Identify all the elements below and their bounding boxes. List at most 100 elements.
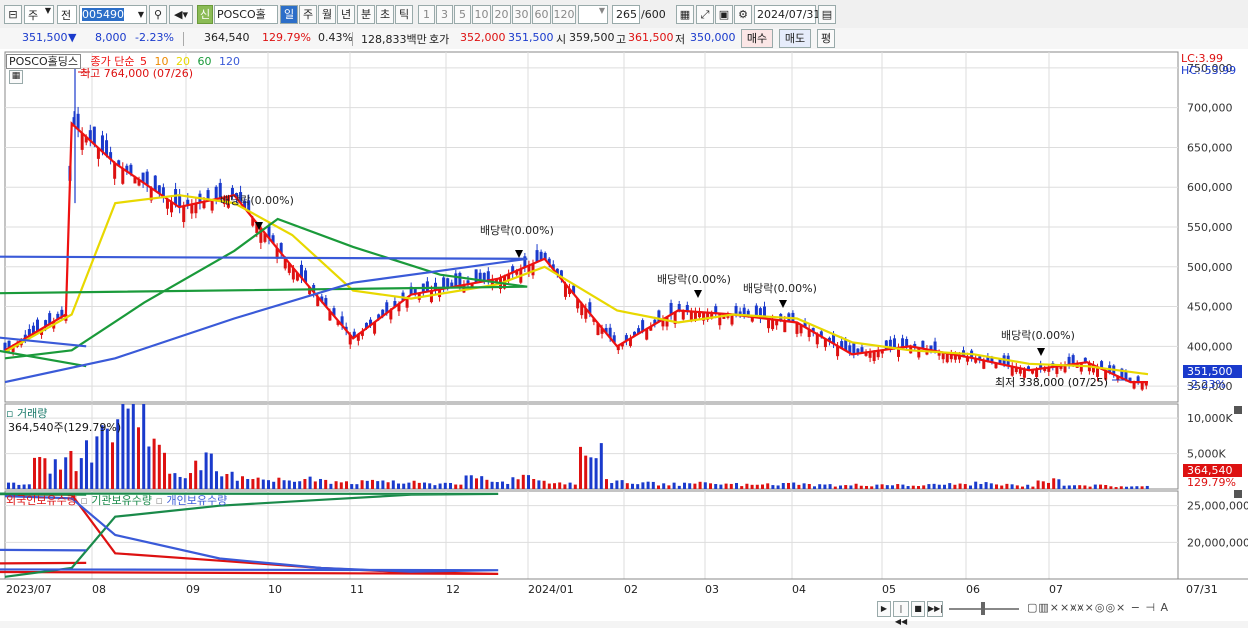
candle-body	[190, 204, 194, 214]
open-price: 359,500	[569, 31, 615, 44]
volume-bar	[1119, 486, 1123, 489]
period-label: 분	[360, 8, 372, 21]
slider-thumb[interactable]	[981, 602, 985, 615]
volume-bar	[1114, 487, 1118, 489]
volume-bar	[553, 483, 556, 489]
volume-bar	[43, 458, 47, 489]
first-button[interactable]: |◀◀	[893, 601, 909, 626]
high-label: 고	[616, 33, 627, 46]
prev-select[interactable]: 전	[57, 5, 77, 24]
save-button[interactable]: ▣	[715, 5, 733, 24]
volume-bar	[194, 460, 198, 489]
volume-bar	[532, 479, 536, 489]
y-tick-label: 700,000	[1187, 102, 1233, 115]
turnover-rate: 0.43%	[318, 31, 353, 44]
volume-bar	[1000, 485, 1004, 489]
tab-tick[interactable]: 틱	[395, 5, 413, 24]
num-label: 30	[514, 8, 529, 21]
volume-bar	[215, 471, 218, 489]
volume-bar	[917, 486, 920, 489]
scroll-right-button[interactable]: ▶	[877, 601, 891, 617]
tab-second[interactable]: 초	[376, 5, 394, 24]
num-10[interactable]: 10	[472, 5, 491, 24]
period-label: 월	[321, 8, 333, 21]
stop-button[interactable]: ■	[911, 601, 925, 617]
candle-body	[121, 168, 125, 184]
tab-year[interactable]: 년	[337, 5, 355, 24]
window-menu-button[interactable]: ⊟	[4, 5, 22, 24]
x-tick: 07	[1049, 583, 1063, 596]
num-60[interactable]: 60	[532, 5, 551, 24]
sell-button[interactable]: 매도	[779, 29, 811, 48]
candle-body	[214, 186, 218, 200]
num-120[interactable]: 120	[552, 5, 576, 24]
tab-month[interactable]: 월	[318, 5, 336, 24]
date-input[interactable]: 2024/07/31	[754, 5, 820, 24]
count-value: 265	[616, 8, 637, 21]
volume-bar	[859, 485, 863, 489]
volume-bar	[308, 476, 312, 489]
volume-bar	[183, 478, 187, 489]
low-note: 최저 338,000 (07/25)	[995, 376, 1109, 389]
volume-bar	[714, 484, 718, 489]
interval-select[interactable]: ▼	[578, 5, 608, 24]
x-tick: 07/31	[1186, 583, 1218, 596]
volume-bar	[1088, 486, 1092, 489]
price-change: 8,000	[95, 31, 127, 44]
volume-bar	[475, 478, 478, 489]
calendar-button[interactable]: ▤	[818, 5, 836, 24]
eval-button[interactable]: 평	[817, 29, 835, 48]
tab-minute[interactable]: 분	[357, 5, 375, 24]
new-badge[interactable]: 신	[197, 5, 213, 24]
toolbar: ⊟ 주▼ 전 005490▼ ⚲ ◀▾ 신 POSCO홀딩스 일 주 월 년 분…	[0, 0, 1248, 29]
stock-code-input[interactable]: 005490 ▼	[79, 5, 147, 24]
volume-bar	[636, 484, 640, 489]
volume-bar	[131, 404, 135, 489]
num-30[interactable]: 30	[512, 5, 531, 24]
expand-button[interactable]: ⤢	[696, 5, 714, 24]
num-3[interactable]: 3	[436, 5, 453, 24]
volume-bar	[490, 481, 494, 489]
volume-bar	[729, 483, 733, 489]
volume-bar	[771, 485, 775, 489]
market-select[interactable]: 주 ▼	[24, 5, 54, 24]
count-input[interactable]: 265	[612, 5, 640, 24]
volume-bar	[740, 486, 744, 489]
last-button[interactable]: ▶▶|	[927, 601, 943, 617]
volume-bar	[974, 481, 978, 489]
volume-bar	[1145, 485, 1149, 489]
volume-bar	[579, 446, 582, 489]
sound-button[interactable]: ◀▾	[169, 5, 193, 24]
tab-day[interactable]: 일	[280, 5, 298, 24]
candle-body	[486, 271, 490, 281]
candle-body	[425, 281, 429, 292]
dividend-marker	[515, 250, 523, 258]
candle-body	[80, 133, 84, 150]
volume-bar	[844, 485, 848, 489]
volume-bar	[334, 481, 338, 489]
buy-button[interactable]: 매수	[741, 29, 773, 48]
volume-bar	[891, 485, 894, 489]
search-button[interactable]: ⚲	[149, 5, 167, 24]
volume-bar	[735, 482, 738, 489]
settings-button[interactable]: ⚙	[734, 5, 752, 24]
volume: 364,540	[204, 31, 250, 44]
y-tick-label: 5,000K	[1187, 448, 1226, 461]
bid-price: 351,500	[508, 31, 554, 44]
volume-bar	[896, 484, 900, 489]
change-pct: -2.23%	[135, 31, 174, 44]
num-1[interactable]: 1	[418, 5, 435, 24]
chart-menu-button[interactable]: ▦	[9, 70, 23, 84]
num-label: 120	[553, 8, 575, 21]
volume-bar	[563, 484, 567, 489]
num-5[interactable]: 5	[454, 5, 471, 24]
num-20[interactable]: 20	[492, 5, 511, 24]
volume-bar	[755, 484, 759, 489]
x-tick: 02	[624, 583, 638, 596]
grid-button[interactable]: ▦	[676, 5, 694, 24]
tab-week[interactable]: 주	[299, 5, 317, 24]
volume-bar	[220, 476, 224, 489]
divider	[352, 32, 353, 46]
tool-icons[interactable]: ▢▥⨯⨯⩙⩙⨯◎◎⨯ − ⊣ A	[1027, 601, 1169, 615]
candle-body	[1079, 363, 1083, 372]
